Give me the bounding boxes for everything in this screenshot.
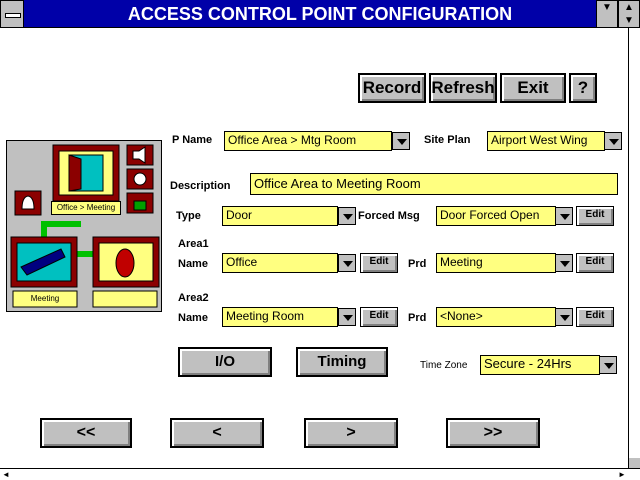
area-label: Meeting xyxy=(30,294,60,303)
door-diagram-panel: Office > Meeting Meeting xyxy=(6,140,162,312)
minimize-button[interactable]: ▼ xyxy=(596,0,618,28)
type-label: Type xyxy=(176,210,201,222)
p-name-select[interactable]: Office Area > Mtg Room xyxy=(224,131,392,151)
area2-label: Area2 xyxy=(178,292,209,304)
scroll-right-arrow-icon[interactable]: ► xyxy=(616,469,628,480)
door-leaf xyxy=(68,154,82,192)
p-name-dropdown-icon[interactable] xyxy=(392,132,410,150)
area1-prd-edit-button[interactable]: Edit xyxy=(576,253,614,273)
area2-prd-edit-button[interactable]: Edit xyxy=(576,307,614,327)
area1-name-edit-button[interactable]: Edit xyxy=(360,253,398,273)
vertical-scrollbar[interactable] xyxy=(628,28,640,468)
record-button[interactable]: Record xyxy=(358,73,426,103)
site-plan-label: Site Plan xyxy=(424,134,471,146)
next-record-button[interactable]: > xyxy=(304,418,398,448)
description-input[interactable]: Office Area to Meeting Room xyxy=(250,173,618,195)
scroll-down-arrow-icon[interactable] xyxy=(629,458,640,468)
last-record-button[interactable]: >> xyxy=(446,418,540,448)
forced-msg-label: Forced Msg xyxy=(358,210,420,222)
p-name-label: P Name xyxy=(172,134,213,146)
refresh-button[interactable]: Refresh xyxy=(429,73,497,103)
door-label: Office > Meeting xyxy=(51,201,121,215)
previous-record-button[interactable]: < xyxy=(170,418,264,448)
type-dropdown-icon[interactable] xyxy=(338,207,356,225)
area2-name-label: Name xyxy=(178,312,208,324)
maximize-button[interactable]: ▲ ▼ xyxy=(618,0,640,28)
timezone-select[interactable]: Secure - 24Hrs xyxy=(480,355,600,375)
area1-label: Area1 xyxy=(178,238,209,250)
scroll-left-arrow-icon[interactable]: ◄ xyxy=(0,469,12,480)
area2-prd-label: Prd xyxy=(408,312,427,324)
horizontal-scrollbar[interactable]: ◄ ► xyxy=(0,468,640,480)
area2-name-select[interactable]: Meeting Room xyxy=(222,307,338,327)
system-menu-icon xyxy=(5,13,21,18)
timezone-dropdown-icon[interactable] xyxy=(599,356,617,374)
area1-prd-select[interactable]: Meeting xyxy=(436,253,556,273)
site-plan-dropdown-icon[interactable] xyxy=(604,132,622,150)
system-menu-button[interactable] xyxy=(0,0,24,28)
minimize-icon: ▼ xyxy=(602,2,612,13)
door-diagram xyxy=(10,144,160,308)
area1-name-label: Name xyxy=(178,258,208,270)
timezone-label: Time Zone xyxy=(420,360,468,371)
type-select[interactable]: Door xyxy=(222,206,338,226)
forced-msg-dropdown-icon[interactable] xyxy=(555,207,573,225)
forced-msg-edit-button[interactable]: Edit xyxy=(576,206,614,226)
area1-prd-dropdown-icon[interactable] xyxy=(555,254,573,272)
maximize-icon: ▲ ▼ xyxy=(624,2,634,26)
site-plan-select[interactable]: Airport West Wing xyxy=(487,131,605,151)
help-button[interactable]: ? xyxy=(569,73,597,103)
area2-name-edit-button[interactable]: Edit xyxy=(360,307,398,327)
area1-prd-label: Prd xyxy=(408,258,427,270)
timing-button[interactable]: Timing xyxy=(296,347,388,377)
forced-msg-select[interactable]: Door Forced Open xyxy=(436,206,556,226)
empty-label-box xyxy=(92,290,158,308)
first-record-button[interactable]: << xyxy=(40,418,132,448)
io-button[interactable]: I/O xyxy=(178,347,272,377)
area2-prd-select[interactable]: <None> xyxy=(436,307,556,327)
area1-name-dropdown-icon[interactable] xyxy=(338,254,356,272)
area1-name-select[interactable]: Office xyxy=(222,253,338,273)
area2-name-dropdown-icon[interactable] xyxy=(338,308,356,326)
window-title: ACCESS CONTROL POINT CONFIGURATION xyxy=(127,4,513,24)
exit-device xyxy=(115,248,135,278)
exit-button[interactable]: Exit xyxy=(500,73,566,103)
description-label: Description xyxy=(170,180,231,192)
area2-prd-dropdown-icon[interactable] xyxy=(555,308,573,326)
